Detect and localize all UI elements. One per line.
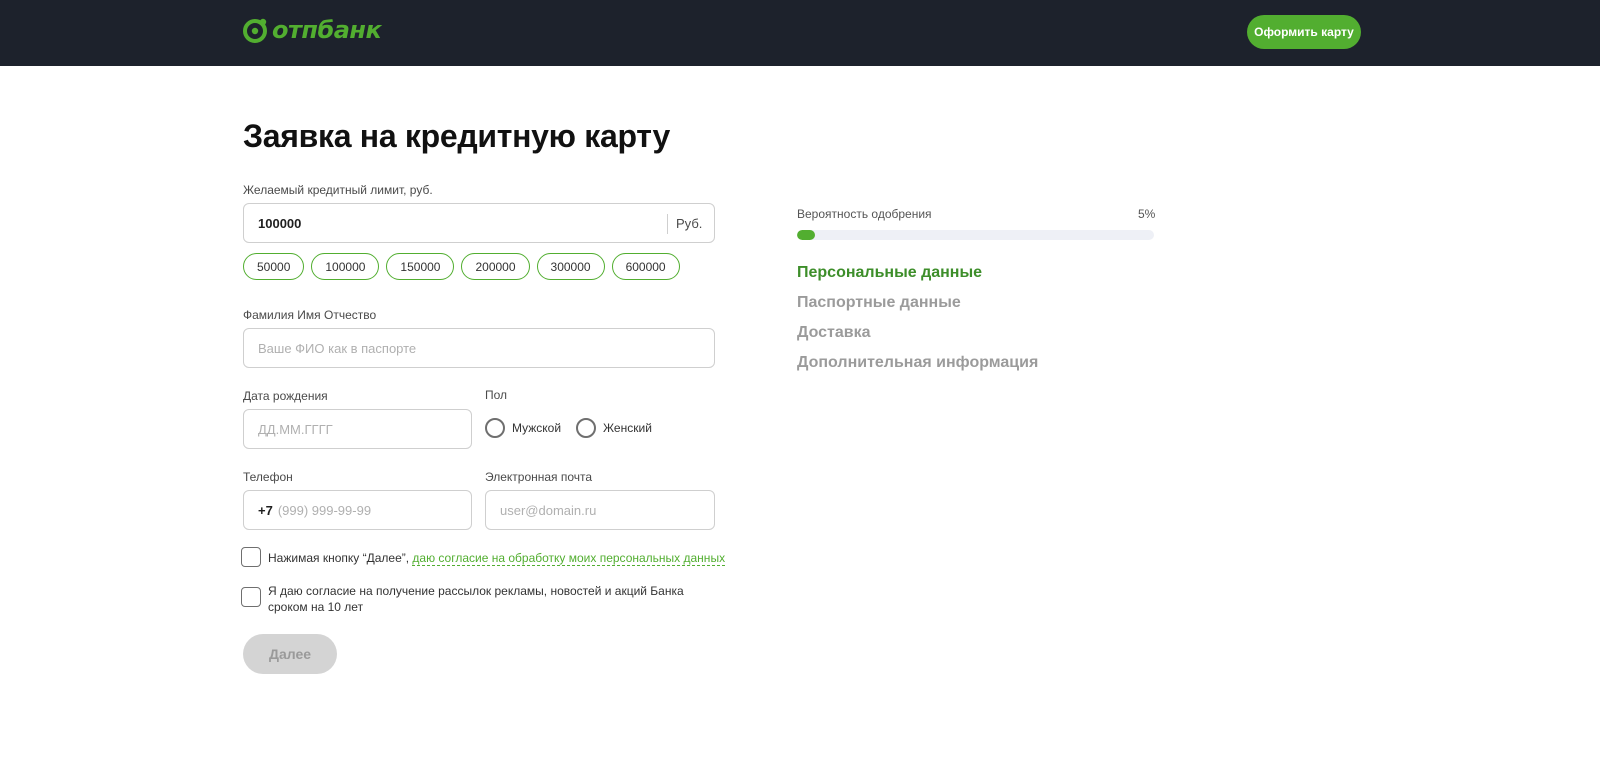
limit-chip-100000[interactable]: 100000 [311,253,380,280]
top-header: отпбанк Оформить карту [0,0,1600,66]
radio-male-label: Мужской [512,421,562,435]
limit-chip-200000[interactable]: 200000 [461,253,530,280]
consent-marketing-text: Я даю согласие на получение рассылок рек… [268,584,684,614]
step-passport-data[interactable]: Паспортные данные [797,293,1038,323]
step-delivery[interactable]: Доставка [797,323,1038,353]
consent-marketing-checkbox[interactable] [241,587,261,607]
email-input[interactable] [486,491,714,529]
approval-progress-fill [797,230,815,240]
limit-chip-50000[interactable]: 50000 [243,253,305,280]
email-field-wrapper [485,490,715,530]
consent-personal-data-text: Нажимая кнопку “Далее”, даю согласие на … [268,547,726,566]
radio-female[interactable] [576,418,596,438]
phone-prefix: +7 [258,502,273,518]
otp-bank-logo[interactable]: отпбанк [243,15,382,45]
otp-logo-icon [243,18,267,43]
limit-value: 100000 [258,216,302,231]
limit-label: Желаемый кредитный лимит, руб. [243,183,433,197]
step-additional-info[interactable]: Дополнительная информация [797,353,1038,383]
approval-progress-bar [797,230,1154,240]
limit-chip-150000[interactable]: 150000 [386,253,455,280]
limit-chip-600000[interactable]: 600000 [611,253,680,280]
consent-personal-data-checkbox[interactable] [241,547,261,567]
email-label: Электронная почта [485,470,593,484]
limit-input[interactable]: 100000 Руб. [243,203,715,243]
dob-input[interactable] [244,410,471,448]
apply-card-button[interactable]: Оформить карту [1247,15,1361,49]
limit-chip-300000[interactable]: 300000 [536,253,605,280]
gender-option-male[interactable]: Мужской [485,418,561,438]
fio-input[interactable] [244,329,714,367]
approval-probability-label: Вероятность одобрения [797,207,932,221]
phone-label: Телефон [243,470,293,484]
limit-chips: 50000 100000 150000 200000 300000 600000 [243,253,680,280]
consent-personal-data-row: Нажимая кнопку “Далее”, даю согласие на … [241,547,726,567]
phone-input[interactable] [272,491,471,529]
consent-marketing-row: Я даю согласие на получение рассылок рек… [241,583,708,615]
radio-female-label: Женский [603,421,652,435]
phone-field-wrapper: +7 [243,490,472,530]
consent-personal-data-link[interactable]: даю согласие на обработку моих персональ… [412,551,726,566]
application-steps: Персональные данные Паспортные данные До… [797,263,1038,383]
radio-male[interactable] [485,418,505,438]
approval-probability-value: 5% [1138,207,1156,221]
fio-field-wrapper [243,328,715,368]
consent-personal-data-prefix: Нажимая кнопку “Далее”, [268,551,413,565]
next-button[interactable]: Далее [243,634,337,674]
gender-option-female[interactable]: Женский [576,418,652,438]
gender-label: Пол [485,388,508,402]
limit-unit: Руб. [676,216,703,231]
step-personal-data[interactable]: Персональные данные [797,263,1038,293]
dob-field-wrapper [243,409,472,449]
dob-label: Дата рождения [243,389,328,403]
logo-text: отпбанк [272,16,382,44]
fio-label: Фамилия Имя Отчество [243,308,377,322]
limit-divider [667,214,668,234]
page-title: Заявка на кредитную карту [243,118,670,154]
